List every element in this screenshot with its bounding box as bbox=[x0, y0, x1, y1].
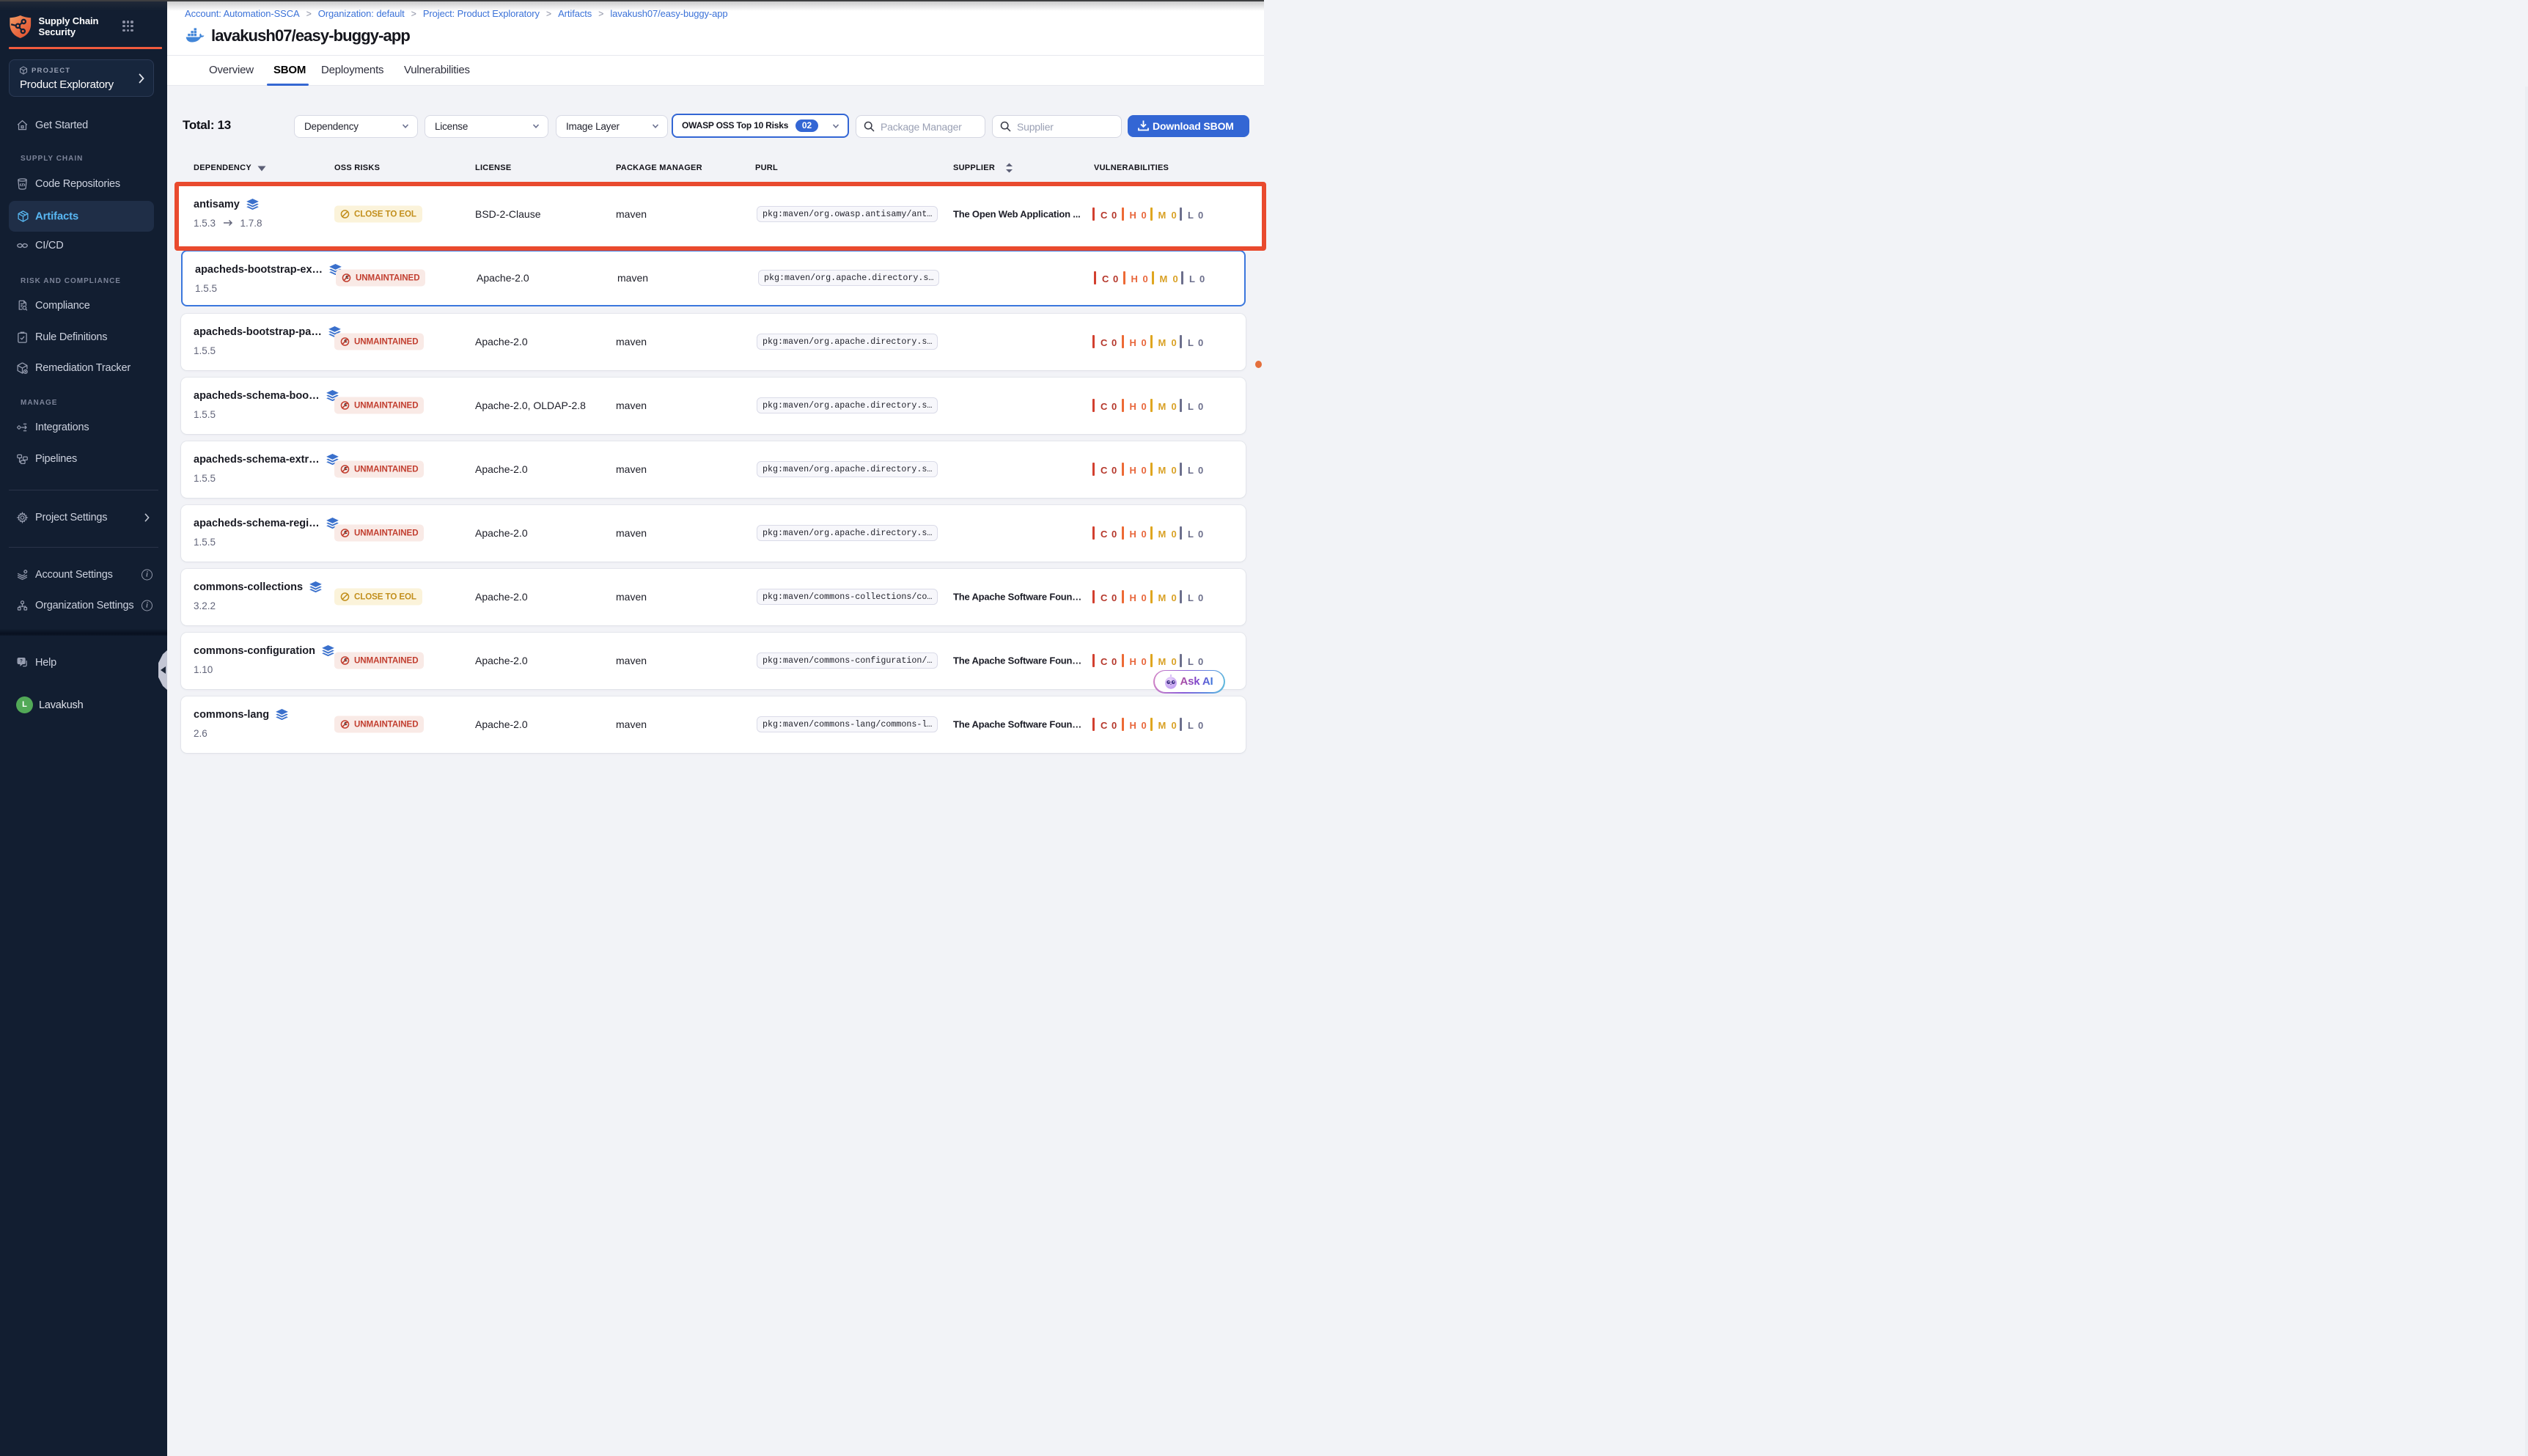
svg-text:?: ? bbox=[20, 659, 23, 664]
